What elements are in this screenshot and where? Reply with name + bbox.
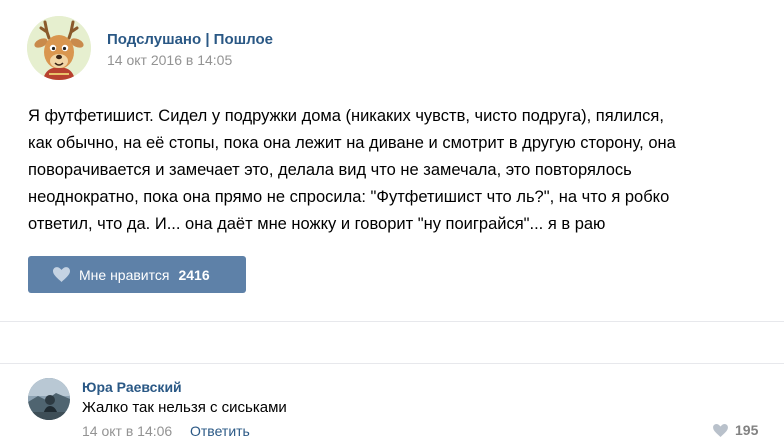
heart-icon: [713, 423, 728, 437]
heart-icon: [53, 267, 70, 282]
post-text-line: как обычно, на её стопы, пока она лежит …: [28, 134, 676, 152]
community-avatar[interactable]: [27, 16, 91, 80]
like-button-label: Мне нравится: [79, 266, 170, 283]
post-text-line: Я футфетишист. Сидел у подружки дома (ни…: [28, 107, 664, 125]
vk-post-page: Подслушано | Пошлое 14 окт 2016 в 14:05 …: [0, 0, 784, 447]
post-date-link[interactable]: 14 окт 2016 в 14:05: [107, 52, 232, 68]
section-divider: [0, 321, 784, 322]
comment-author-link[interactable]: Юра Раевский: [82, 379, 182, 395]
deer-avatar-icon: [27, 16, 91, 80]
section-divider: [0, 363, 784, 364]
reply-button[interactable]: Ответить: [190, 423, 250, 439]
post-text-line: ответил, что да. И... она даёт мне ножку…: [28, 215, 606, 233]
post-text-line: неоднократно, пока она прямо не спросила…: [28, 188, 670, 206]
comment-text: Жалко так нельзя с сиськами: [82, 399, 287, 416]
comment-date-link[interactable]: 14 окт в 14:06: [82, 423, 172, 439]
post-text: Я футфетишист. Сидел у подружки дома (ни…: [28, 103, 768, 238]
post-author-link[interactable]: Подслушано | Пошлое: [107, 31, 273, 48]
like-count: 2416: [178, 266, 210, 283]
post-text-line: поворачивается и замечает это, делала ви…: [28, 161, 632, 179]
comment-like-button[interactable]: 195: [713, 422, 758, 438]
like-button[interactable]: Мне нравится 2416: [28, 256, 246, 293]
commenter-avatar[interactable]: [28, 378, 70, 420]
comment-like-count: 195: [735, 422, 759, 438]
user-photo-icon: [28, 378, 70, 420]
